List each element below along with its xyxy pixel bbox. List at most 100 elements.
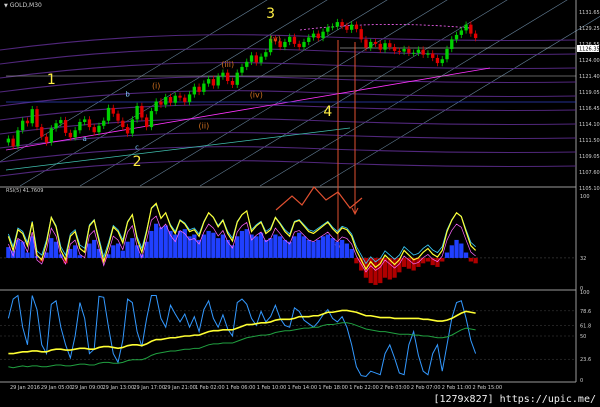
price-tick-label: 1119.05: [579, 90, 600, 96]
channel-band: [0, 104, 577, 121]
candle-body: [407, 48, 411, 53]
time-tick-label: 1 Feb 18:00: [318, 385, 348, 391]
oscillator-tick-label: 23.6: [580, 357, 591, 363]
candle-body: [149, 111, 154, 128]
rsi-histogram-bar: [454, 239, 459, 258]
price-tick-label: 1116.45: [579, 106, 600, 112]
candle-body: [54, 123, 58, 129]
candle-body: [297, 43, 301, 48]
rsi-histogram-bar: [301, 236, 307, 258]
time-tick-label: 2 Feb 15:00: [473, 385, 503, 391]
channel-band: [0, 146, 577, 163]
wave-label: (iii): [221, 60, 234, 69]
rsi-histogram-bar: [206, 230, 211, 258]
candle-body: [450, 39, 454, 49]
chart-canvas: 1 2 3 4 a b c (i) (ii) (iii) (iv) (v) 1131.65 1129.2…: [0, 0, 600, 391]
price-tick-label: 1121.40: [579, 74, 600, 80]
candle-body: [78, 121, 82, 131]
channel-band: [0, 62, 577, 79]
candle-body: [349, 24, 354, 30]
candle-body: [21, 120, 25, 131]
candle-body: [421, 49, 425, 55]
candle-body: [63, 120, 68, 133]
candle-body: [92, 127, 96, 133]
candle-body: [206, 79, 211, 84]
rsi-histogram-bar: [225, 239, 230, 258]
candle-body: [388, 43, 392, 48]
time-tick-label: 2 Feb 07:00: [411, 385, 441, 391]
channel-band: [0, 90, 577, 107]
candle-body: [378, 43, 382, 50]
candle-body: [288, 36, 292, 42]
candle-body: [221, 72, 225, 77]
candle-body: [35, 109, 39, 128]
candle-body: [416, 49, 421, 53]
candle-body: [187, 94, 192, 103]
candle-body: [87, 119, 92, 128]
candle-body: [44, 136, 49, 143]
candle-body: [316, 33, 320, 39]
rsi-histogram-bar: [401, 257, 407, 267]
candle-body: [202, 83, 206, 92]
rsi-histogram-bar: [311, 241, 316, 258]
oscillator-tick-label: 100: [580, 290, 590, 296]
rsi-histogram-bar: [211, 232, 216, 258]
channel-line: [19, 0, 328, 187]
rsi-histogram-bar: [297, 232, 302, 258]
candle-body: [82, 119, 87, 122]
rsi-histogram-bar: [192, 234, 197, 258]
candle-body: [25, 120, 30, 124]
dropdown-arrow-icon[interactable]: ▼: [4, 3, 8, 9]
candle-body: [373, 41, 378, 44]
rsi-histogram-bar: [330, 238, 335, 258]
price-tick-label: 1124.00: [579, 58, 600, 64]
rsi-histogram-bar: [335, 241, 340, 258]
time-tick-label: 1 Feb 14:00: [288, 385, 318, 391]
wave-label: a: [83, 135, 87, 143]
image-host-footer: [1279x827] https://upic.me/: [433, 394, 596, 405]
candle-body: [369, 41, 373, 48]
candle-body: [345, 25, 349, 30]
candle-body: [140, 105, 144, 118]
candle-body: [321, 31, 325, 39]
rsi-histogram-bar: [49, 238, 54, 258]
wave-label: b: [125, 90, 130, 98]
rsi-histogram-bar: [258, 232, 264, 258]
candle-body: [59, 120, 63, 124]
candle-body: [164, 97, 168, 105]
candle-body: [302, 41, 306, 48]
time-tick-label: 29 Jan 05:00: [41, 385, 73, 391]
candle-body: [16, 130, 20, 147]
oscillator-tick-label: 50: [580, 334, 586, 340]
oscillator-tick-label: 61.8: [580, 324, 591, 330]
rsi-histogram-bar: [163, 225, 168, 258]
candle-body: [435, 57, 440, 64]
wave-label: 2: [133, 154, 142, 170]
wave-label: (ii): [199, 121, 210, 130]
time-tick-label: 29 Jan 17:00: [133, 385, 165, 391]
rsi-histogram-bar: [158, 227, 164, 258]
rsi-histogram-bar: [177, 230, 183, 258]
candle-body: [192, 86, 196, 95]
candle-body: [11, 138, 15, 147]
rsi-histogram-bar: [111, 245, 116, 258]
price-tick-label: 1111.50: [579, 138, 600, 144]
rsi-histogram-bar: [282, 239, 288, 258]
candle-body: [68, 132, 73, 138]
rsi-histogram-bar: [316, 239, 321, 258]
channel-line: [319, 16, 600, 187]
channel-line: [139, 0, 448, 187]
time-tick-label: 2 Feb 03:00: [380, 385, 410, 391]
oscillator-green-line: [8, 322, 476, 369]
rsi-histogram-bar: [339, 239, 345, 258]
oscillator-yellow-line: [8, 309, 476, 355]
time-tick-label: 1 Feb 10:00: [257, 385, 287, 391]
candle-body: [397, 50, 402, 52]
oscillator-tick-label: 0: [580, 378, 583, 384]
candle-body: [464, 24, 468, 31]
candle-body: [121, 120, 125, 128]
candle-body: [411, 52, 416, 54]
candle-body: [159, 101, 163, 105]
candle-body: [97, 125, 101, 133]
wave-label: (iv): [250, 91, 263, 100]
